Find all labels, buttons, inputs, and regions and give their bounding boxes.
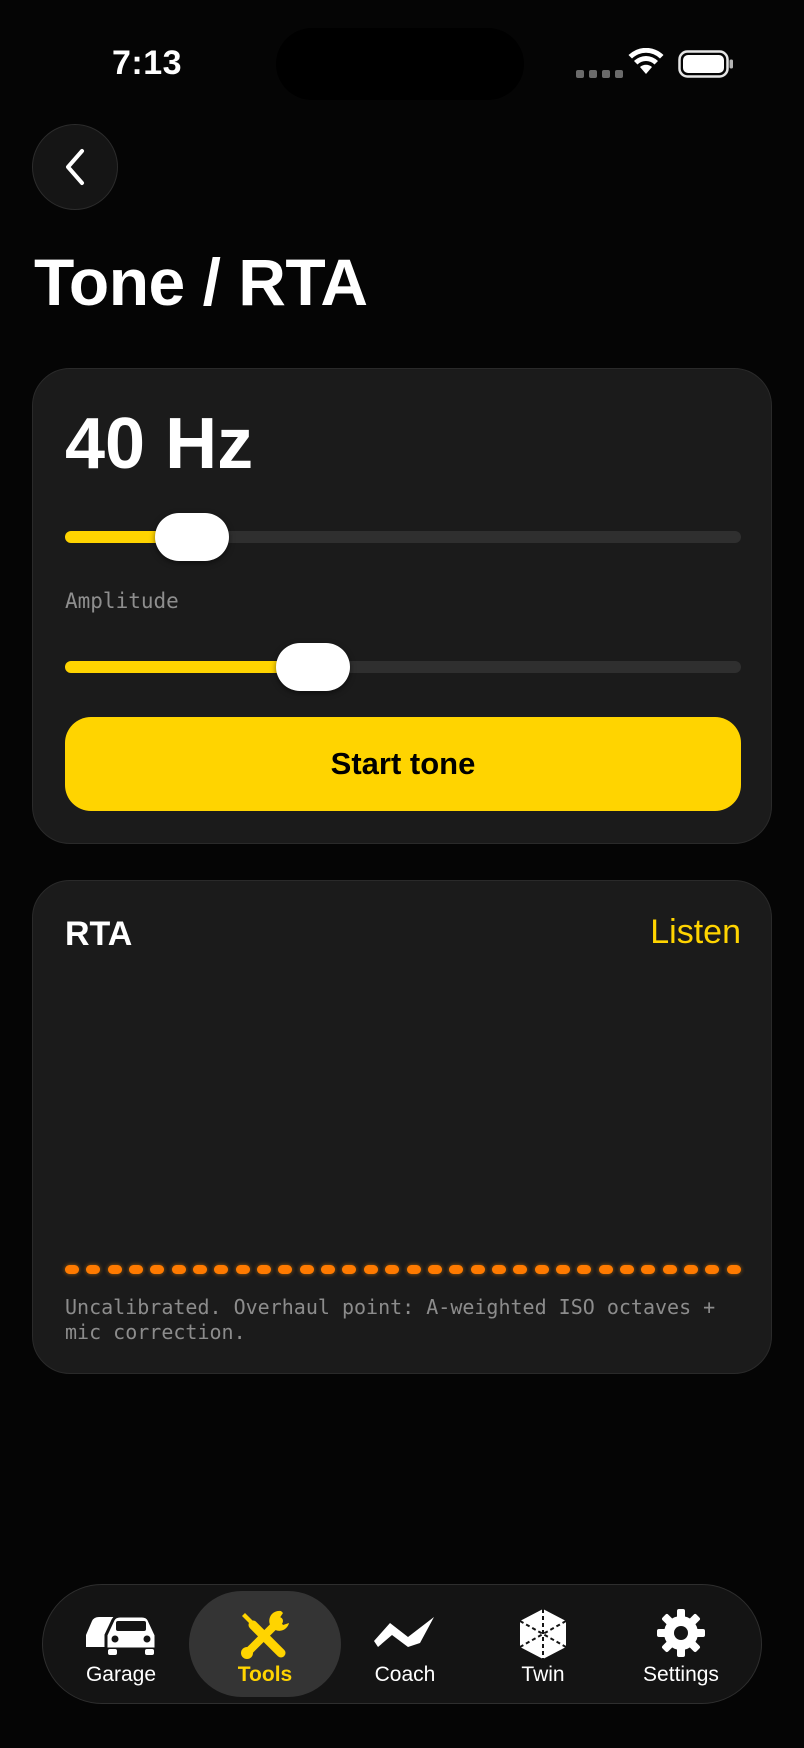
rta-band-bar (726, 1265, 741, 1274)
tab-label: Settings (643, 1663, 719, 1686)
rta-card: RTA Listen Uncalibrated. Overhaul point:… (32, 880, 772, 1374)
rta-band-bar (683, 1265, 698, 1274)
rta-band-bar (555, 1265, 570, 1274)
rta-band-bar (385, 1265, 400, 1274)
tab-settings[interactable]: Settings (605, 1591, 757, 1697)
rta-band-bar (150, 1265, 165, 1274)
cube-icon (519, 1609, 567, 1659)
cellular-signal-icon (576, 70, 623, 78)
rta-band-bar (321, 1265, 336, 1274)
rta-band-bar (619, 1265, 634, 1274)
listen-button[interactable]: Listen (650, 913, 741, 952)
rta-band-bar (427, 1265, 442, 1274)
rta-band-bar (193, 1265, 208, 1274)
rta-band-bar (129, 1265, 144, 1274)
rta-band-bar (342, 1265, 357, 1274)
rta-band-bar (449, 1265, 464, 1274)
rta-band-bar (470, 1265, 485, 1274)
tab-label: Twin (521, 1663, 565, 1686)
gear-icon (657, 1609, 705, 1657)
rta-spectrum (65, 1265, 741, 1275)
tab-garage[interactable]: Garage (45, 1591, 197, 1697)
start-tone-button[interactable]: Start tone (65, 717, 741, 811)
rta-band-bar (406, 1265, 421, 1274)
chevron-left-icon (66, 149, 84, 185)
rta-band-bar (598, 1265, 613, 1274)
slider-thumb[interactable] (155, 513, 230, 561)
rta-band-bar (257, 1265, 272, 1274)
waveform-icon (374, 1617, 434, 1647)
tab-label: Garage (85, 1663, 157, 1686)
rta-band-bar (491, 1265, 506, 1274)
page-title: Tone / RTA (34, 245, 368, 319)
rta-band-bar (86, 1265, 101, 1274)
rta-band-bar (641, 1265, 656, 1274)
rta-band-bar (65, 1265, 79, 1274)
tone-generator-card: 40 Hz Amplitude Start tone (32, 368, 772, 844)
dynamic-island (276, 28, 524, 100)
status-time: 7:13 (112, 44, 183, 82)
slider-thumb[interactable] (275, 643, 350, 691)
frequency-readout: 40 Hz (65, 404, 254, 484)
tab-label: Coach (374, 1663, 436, 1686)
amplitude-slider[interactable] (65, 643, 741, 691)
back-button[interactable] (32, 124, 118, 210)
rta-band-bar (299, 1265, 314, 1274)
rta-band-bar (577, 1265, 592, 1274)
tab-bar: Garage Tools Coach Twin Settings (42, 1584, 762, 1704)
tab-twin[interactable]: Twin (467, 1591, 619, 1697)
rta-title: RTA (65, 915, 133, 953)
rta-band-bar (107, 1265, 122, 1274)
wrench-screwdriver-icon (241, 1610, 289, 1659)
frequency-slider[interactable] (65, 513, 741, 561)
tab-tools[interactable]: Tools (189, 1591, 341, 1697)
tab-label: Tools (237, 1663, 293, 1686)
wifi-icon (628, 48, 664, 74)
tab-coach[interactable]: Coach (329, 1591, 481, 1697)
rta-band-bar (534, 1265, 549, 1274)
rta-calibration-note: Uncalibrated. Overhaul point: A-weighted… (65, 1295, 716, 1344)
amplitude-label: Amplitude (65, 589, 179, 613)
rta-band-bar (214, 1265, 229, 1274)
rta-band-bar (171, 1265, 186, 1274)
rta-band-bar (278, 1265, 293, 1274)
cars-icon (86, 1614, 158, 1655)
status-bar: 7:13 (0, 0, 804, 130)
rta-band-bar (235, 1265, 250, 1274)
rta-band-bar (363, 1265, 378, 1274)
rta-band-bar (705, 1265, 720, 1274)
rta-band-bar (662, 1265, 677, 1274)
rta-band-bar (513, 1265, 528, 1274)
battery-icon (678, 50, 733, 78)
